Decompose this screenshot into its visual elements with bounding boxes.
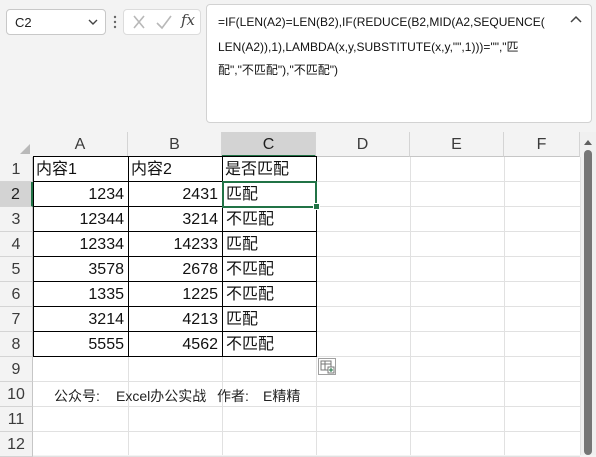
- table-cell[interactable]: 2431: [128, 182, 222, 207]
- table-border: [33, 356, 317, 357]
- column-header-b[interactable]: B: [128, 132, 222, 157]
- enter-check-icon[interactable]: [153, 12, 175, 32]
- column-header-a[interactable]: A: [33, 132, 128, 157]
- quick-analysis-button[interactable]: [318, 358, 336, 375]
- formula-line: LEN(A2)),1),LAMBDA(x,y,SUBSTITUTE(x,y,""…: [218, 40, 519, 54]
- table-cell[interactable]: 1335: [33, 282, 128, 307]
- formula-input[interactable]: =IF(LEN(A2)=LEN(B2),IF(REDUCE(B2,MID(A2,…: [206, 4, 592, 123]
- chevron-up-icon[interactable]: [570, 15, 582, 23]
- table-cell[interactable]: 不匹配: [222, 257, 316, 282]
- formula-line: 配","不匹配"),"不匹配"): [218, 63, 338, 77]
- table-cell[interactable]: 4213: [128, 307, 222, 332]
- table-cell[interactable]: 1225: [128, 282, 222, 307]
- table-cell[interactable]: 不匹配: [222, 282, 316, 307]
- select-all-corner[interactable]: [0, 132, 33, 157]
- row-header-10[interactable]: 10: [0, 382, 33, 407]
- table-border: [33, 331, 317, 332]
- vertical-scrollbar[interactable]: [580, 132, 596, 455]
- column-header-e[interactable]: E: [410, 132, 504, 157]
- column-header-d[interactable]: D: [316, 132, 410, 157]
- worksheet-grid[interactable]: A B C D E F 1 2 3 4 5 6 7 8 9 10 11 12 内容1 内容2 是否匹配 1234 2431 匹…: [0, 132, 596, 457]
- name-box[interactable]: C2: [6, 9, 106, 35]
- fill-handle[interactable]: [313, 203, 320, 210]
- table-border: [33, 231, 317, 232]
- table-cell[interactable]: 12334: [33, 232, 128, 257]
- name-box-value: C2: [15, 15, 32, 30]
- gridline: [580, 157, 581, 455]
- gridline: [33, 381, 580, 382]
- table-cell[interactable]: 3578: [33, 257, 128, 282]
- row-header-3[interactable]: 3: [0, 207, 33, 232]
- gridline: [33, 406, 580, 407]
- note-label-author: 作者:: [217, 388, 249, 404]
- insert-function-icon[interactable]: fx: [181, 11, 195, 29]
- table-border: [33, 306, 317, 307]
- formula-bar-area: C2 fx =IF(LEN(A2)=LEN(B2),IF(REDUCE(B2,M…: [0, 0, 596, 132]
- row-header-8[interactable]: 8: [0, 332, 33, 357]
- table-border: [33, 256, 317, 257]
- table-border: [33, 281, 317, 282]
- note-label-wechat: 公众号:: [54, 388, 100, 404]
- table-cell[interactable]: 匹配: [222, 307, 316, 332]
- row-header-11[interactable]: 11: [0, 407, 33, 432]
- row-header-5[interactable]: 5: [0, 257, 33, 282]
- note-value-wechat: Excel办公实战: [116, 388, 207, 404]
- formula-buttons: fx: [123, 9, 201, 35]
- scrollbar-thumb[interactable]: [584, 150, 592, 455]
- table-cell[interactable]: 1234: [33, 182, 128, 207]
- table-cell[interactable]: 匹配: [222, 232, 316, 257]
- active-cell-border: [222, 181, 317, 208]
- cancel-icon[interactable]: [128, 12, 150, 32]
- chevron-down-icon[interactable]: [88, 18, 98, 26]
- table-cell[interactable]: 不匹配: [222, 207, 316, 232]
- row-header-12[interactable]: 12: [0, 432, 33, 457]
- row-header-2[interactable]: 2: [0, 182, 33, 207]
- table-header-cell[interactable]: 内容2: [128, 157, 222, 182]
- scroll-up-arrow-icon[interactable]: [584, 140, 592, 145]
- row-header-9[interactable]: 9: [0, 357, 33, 382]
- table-border: [128, 156, 129, 357]
- table-cell[interactable]: 不匹配: [222, 332, 316, 357]
- row-header-6[interactable]: 6: [0, 282, 33, 307]
- column-header-f[interactable]: F: [504, 132, 580, 157]
- table-cell[interactable]: 3214: [128, 207, 222, 232]
- note-value-author: E精精: [263, 388, 301, 404]
- formula-line: =IF(LEN(A2)=LEN(B2),IF(REDUCE(B2,MID(A2,…: [218, 15, 545, 29]
- row-header-7[interactable]: 7: [0, 307, 33, 332]
- table-cell[interactable]: 3214: [33, 307, 128, 332]
- row-header-1[interactable]: 1: [0, 157, 33, 182]
- table-border: [33, 156, 34, 357]
- table-header-cell[interactable]: 是否匹配: [222, 157, 316, 182]
- table-cell[interactable]: 5555: [33, 332, 128, 357]
- quick-analysis-icon: [320, 360, 335, 374]
- table-cell[interactable]: 12344: [33, 207, 128, 232]
- gridline: [33, 431, 580, 432]
- select-all-triangle-icon: [20, 144, 30, 154]
- table-cell[interactable]: 4562: [128, 332, 222, 357]
- table-header-cell[interactable]: 内容1: [33, 157, 128, 182]
- table-cell[interactable]: 14233: [128, 232, 222, 257]
- table-cell[interactable]: 2678: [128, 257, 222, 282]
- table-border: [33, 156, 317, 157]
- more-options-icon[interactable]: [111, 12, 119, 32]
- column-header-c[interactable]: C: [222, 132, 316, 157]
- row-header-4[interactable]: 4: [0, 232, 33, 257]
